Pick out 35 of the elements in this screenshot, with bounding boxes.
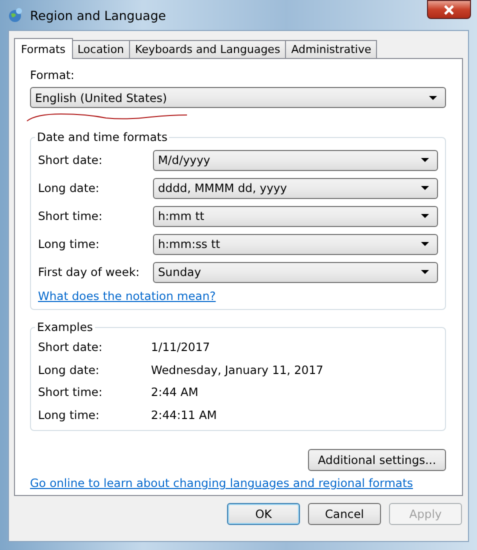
field-label: Long time: xyxy=(38,237,100,251)
field-label: Short date: xyxy=(38,153,104,167)
close-icon xyxy=(443,4,455,14)
example-value: 1/11/2017 xyxy=(151,340,210,354)
additional-settings-button[interactable]: Additional settings... xyxy=(308,449,446,471)
format-dropdown[interactable]: English (United States) xyxy=(30,87,446,108)
close-button[interactable] xyxy=(427,0,471,19)
example-value: Wednesday, January 11, 2017 xyxy=(151,362,324,377)
field-label: First day of week: xyxy=(38,265,140,279)
format-dropdown[interactable]: M/d/yyyy xyxy=(153,150,438,170)
field-label: Short time: xyxy=(38,209,104,223)
notation-link[interactable]: What does the notation mean? xyxy=(38,289,216,303)
globe-icon xyxy=(8,7,24,23)
group-title: Examples xyxy=(36,320,94,334)
tab[interactable]: Administrative xyxy=(285,40,378,58)
tab[interactable]: Formats xyxy=(14,38,72,59)
online-link[interactable]: Go online to learn about changing languages and regional formats xyxy=(30,476,413,490)
dialog-button[interactable]: Cancel xyxy=(308,503,381,525)
dialog-button[interactable]: OK xyxy=(227,503,300,525)
format-dropdown[interactable]: Sunday xyxy=(153,262,438,282)
format-dropdown[interactable]: dddd, MMMM dd, yyyy xyxy=(153,178,438,198)
example-label: Long time: xyxy=(38,408,100,422)
field-label: Long date: xyxy=(38,181,100,195)
group-title: Date and time formats xyxy=(36,130,168,144)
example-label: Short time: xyxy=(38,385,104,400)
tab[interactable]: Keyboards and Languages xyxy=(129,40,286,58)
example-label: Short date: xyxy=(38,340,104,354)
window-title: Region and Language xyxy=(30,8,166,22)
example-value: 2:44:11 AM xyxy=(151,408,217,422)
format-label: Format: xyxy=(30,68,76,82)
example-label: Long date: xyxy=(38,362,100,377)
tab[interactable]: Location xyxy=(72,40,130,58)
format-dropdown[interactable]: h:mm tt xyxy=(153,206,438,226)
format-dropdown[interactable]: h:mm:ss tt xyxy=(153,234,438,254)
example-value: 2:44 AM xyxy=(151,385,198,400)
